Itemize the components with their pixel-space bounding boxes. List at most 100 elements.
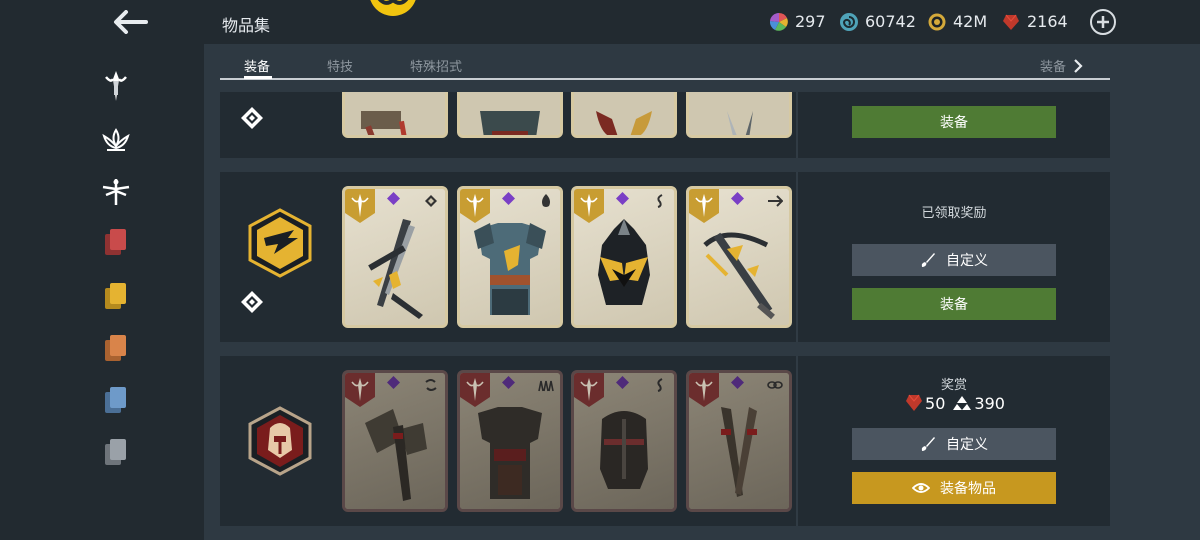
tab-next-link[interactable]: 装备 <box>1040 56 1084 75</box>
epic-gem-icon <box>387 376 400 389</box>
gear-card-weapon[interactable] <box>342 92 448 138</box>
reward-title: 奖赏 <box>940 378 967 393</box>
customize-button-label: 自定义 <box>946 253 988 269</box>
clan-emblem-icon <box>370 0 416 16</box>
spikes-slot-icon <box>538 380 554 392</box>
currency-steel-value: 60742 <box>865 12 916 31</box>
flame-slot-icon <box>542 194 550 207</box>
customize-button-row3[interactable]: 自定义 <box>852 428 1056 460</box>
equip-button-label: 装备 <box>940 115 968 131</box>
top-bar: 物品集 297 60742 42M 2164 <box>0 0 1200 44</box>
swirl-slot-icon <box>425 379 437 391</box>
sidebar-item-cards-orange[interactable] <box>96 328 136 368</box>
equip-button-label: 装备 <box>940 297 968 313</box>
horned-helmet-icon <box>596 111 652 135</box>
cards-red-icon <box>105 229 126 255</box>
gold-rank-badge-icon <box>248 208 312 278</box>
equip-button-row2[interactable]: 装备 <box>852 288 1056 320</box>
epic-gem-icon <box>616 192 629 205</box>
row-divider <box>796 172 798 342</box>
equip-button-row1[interactable]: 装备 <box>852 106 1056 138</box>
gear-card-helmet[interactable] <box>571 370 677 512</box>
plate-armor-icon <box>474 223 546 315</box>
set-row-1: 装备 <box>220 92 1110 158</box>
coin-icon <box>928 13 946 30</box>
gear-card-weapon[interactable] <box>342 370 448 512</box>
page-title: 物品集 <box>222 16 271 35</box>
epic-gem-icon <box>502 192 515 205</box>
dragonfly-icon <box>102 179 130 205</box>
tab-active-indicator <box>244 76 272 79</box>
epic-gem-icon <box>731 192 744 205</box>
sidebar-item-sword[interactable] <box>96 66 136 106</box>
plus-icon <box>1097 16 1109 28</box>
color-wheel-icon <box>770 12 788 31</box>
tab-bar: 装备 特技 特殊招式 <box>220 46 1110 80</box>
customize-button-label: 自定义 <box>946 437 988 453</box>
ruby-icon <box>906 394 923 411</box>
epic-gem-icon <box>502 376 515 389</box>
back-arrow-icon[interactable] <box>108 4 152 40</box>
sword-emblem-icon <box>105 71 127 101</box>
gear-card-armor[interactable] <box>457 92 563 138</box>
gear-card-armor[interactable] <box>457 186 563 328</box>
sidebar-item-cards-blue[interactable] <box>96 380 136 420</box>
equip-items-button-label: 装备物品 <box>940 481 996 497</box>
chevron-right-icon <box>1074 58 1083 73</box>
brush-icon <box>921 253 935 267</box>
twin-swords-icon <box>368 219 423 319</box>
tab-special-moves[interactable]: 特殊招式 <box>410 56 462 75</box>
sidebar-item-lotus[interactable] <box>96 120 136 160</box>
knight-helmet-icon <box>598 219 650 305</box>
crossbow-icon <box>703 232 775 320</box>
red-rank-badge-icon <box>248 406 312 476</box>
diamond-rank-icon <box>241 107 263 129</box>
currency-gems: 2164 <box>1002 12 1068 31</box>
great-helm-icon <box>600 411 648 489</box>
axe-icon <box>365 409 427 501</box>
gear-card-ranged[interactable] <box>686 92 792 138</box>
cards-yellow-icon <box>105 283 126 309</box>
sidebar-item-cards-gray[interactable] <box>96 432 136 472</box>
gear-card-ranged[interactable] <box>686 186 792 328</box>
currency-spectrum-value: 297 <box>795 12 826 31</box>
currency-coins: 42M <box>928 12 987 31</box>
gear-card-ranged[interactable] <box>686 370 792 512</box>
hammer-weapon-icon <box>361 111 412 135</box>
tab-gear[interactable]: 装备 <box>244 56 270 75</box>
reward-status-text: 已领取奖励 <box>921 206 987 221</box>
tab-next-label: 装备 <box>1040 60 1067 75</box>
epic-gem-icon <box>387 192 400 205</box>
shards-icon <box>953 396 972 410</box>
diamond-rank-icon <box>241 291 263 313</box>
hook-slot-icon <box>657 378 663 392</box>
gear-card-weapon[interactable] <box>342 186 448 328</box>
arrow-slot-icon <box>768 195 783 207</box>
currency-gems-value: 2164 <box>1027 12 1068 31</box>
diamond-slot-icon <box>425 195 437 207</box>
customize-button-row2[interactable]: 自定义 <box>852 244 1056 276</box>
leather-armor-icon <box>478 407 542 499</box>
epic-gem-icon <box>616 376 629 389</box>
reward-shards-value: 390 <box>974 393 1005 413</box>
sidebar-item-cards-red[interactable] <box>96 222 136 262</box>
epic-gem-icon <box>731 376 744 389</box>
brush-icon <box>921 437 935 451</box>
equip-items-button[interactable]: 装备物品 <box>852 472 1056 504</box>
sidebar-item-cards-yellow[interactable] <box>96 276 136 316</box>
tab-feats[interactable]: 特技 <box>327 56 353 75</box>
gear-card-armor[interactable] <box>457 370 563 512</box>
add-currency-button[interactable] <box>1090 9 1116 35</box>
chain-slot-icon <box>767 381 783 389</box>
currency-steel: 60742 <box>840 12 916 31</box>
currency-coins-value: 42M <box>953 12 988 31</box>
cards-blue-icon <box>105 387 126 413</box>
gear-card-helmet[interactable] <box>571 92 677 138</box>
gear-card-helmet[interactable] <box>571 186 677 328</box>
set-row-2: 已领取奖励 自定义 装备 <box>220 172 1110 342</box>
sidebar-item-dragonfly[interactable] <box>96 172 136 212</box>
set-row-3: 奖赏 50 390 自定义 装备物品 <box>220 356 1110 526</box>
currency-spectrum: 297 <box>770 12 826 31</box>
hook-slot-icon <box>657 194 663 208</box>
cards-gray-icon <box>105 439 126 465</box>
